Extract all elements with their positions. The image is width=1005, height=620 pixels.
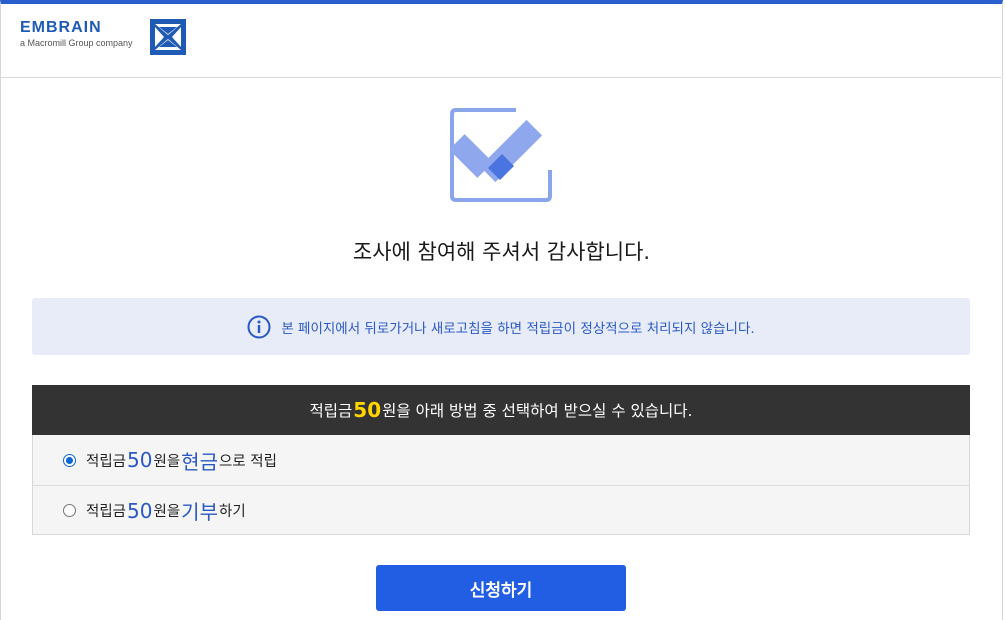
option-donate-suffix: 하기 [218,504,246,520]
brand-name: EMBRAIN [20,19,102,36]
option-donate-prefix: 적립금 [86,504,127,520]
option-donate-mid: 원을 [153,504,181,520]
option-cash-method: 현금 [181,449,218,474]
reward-header-amount: 50 [353,398,382,422]
header: EMBRAIN a Macromill Group company [0,0,1001,78]
notice-text: 본 페이지에서 뒤로가거나 새로고침을 하면 적립금이 정상적으로 처리되지 않… [281,320,755,337]
macromill-x-logo-icon [150,19,186,55]
option-cash[interactable]: 적립금 50 원을 현금 으로 적립 [33,435,969,485]
reward-header-prefix: 적립금 [309,402,353,420]
option-cash-amount: 50 [127,448,153,472]
option-donate-amount: 50 [127,498,153,523]
radio-cash[interactable] [63,453,76,467]
submit-button[interactable]: 신청하기 [376,565,626,611]
checkbox-checked-icon [450,108,552,202]
option-cash-prefix: 적립금 [86,453,127,470]
thanks-message: 조사에 참여해 주셔서 감사합니다. [352,240,651,264]
brand-logo: EMBRAIN a Macromill Group company [20,19,133,48]
info-icon [247,315,271,338]
brand-tagline: a Macromill Group company [20,38,133,48]
option-cash-mid: 원을 [153,453,181,470]
reward-options: 적립금 50 원을 현금 으로 적립 적립금 50 원을 기부 하기 [32,435,970,535]
option-donate-method: 기부 [181,500,218,524]
reward-header: 적립금 50 원을 아래 방법 중 선택하여 받으실 수 있습니다. [32,385,970,435]
option-donate[interactable]: 적립금 50 원을 기부 하기 [33,485,969,535]
option-cash-suffix: 으로 적립 [218,453,277,470]
radio-donate[interactable] [63,504,76,517]
notice-banner: 본 페이지에서 뒤로가거나 새로고침을 하면 적립금이 정상적으로 처리되지 않… [32,298,970,355]
reward-header-suffix: 원을 아래 방법 중 선택하여 받으실 수 있습니다. [382,402,693,420]
